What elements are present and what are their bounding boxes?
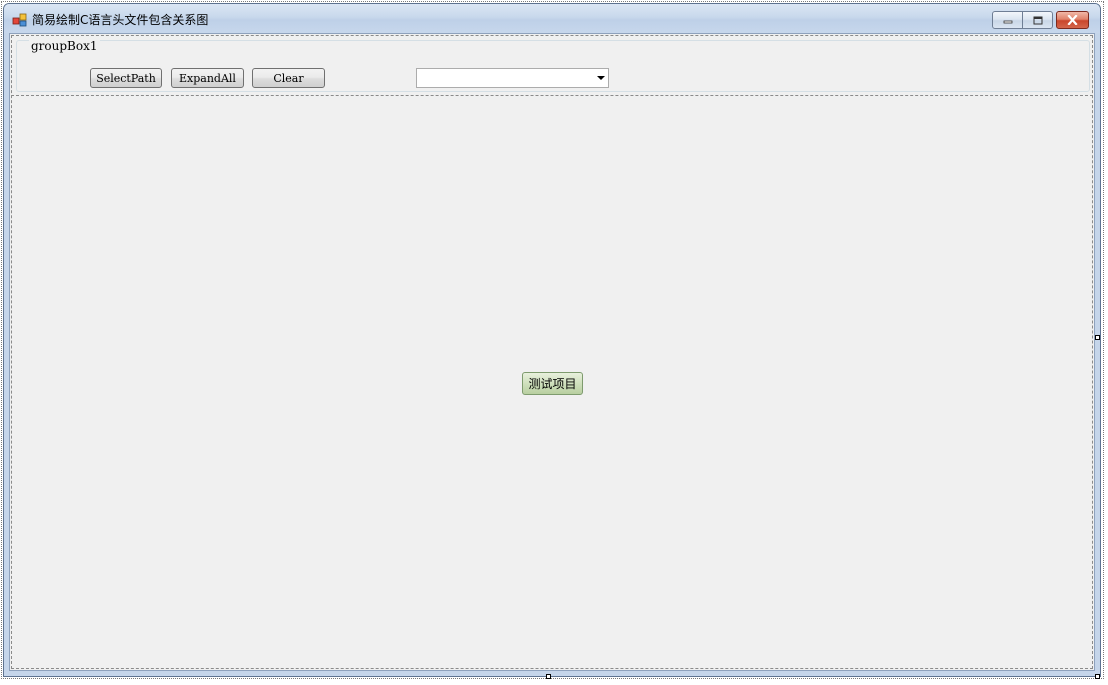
close-icon	[1067, 15, 1078, 25]
minimize-icon	[1003, 20, 1012, 24]
groupbox-label: groupBox1	[29, 39, 100, 53]
app-icon	[12, 13, 27, 27]
resize-handle-bottom[interactable]	[546, 674, 551, 679]
title-bar[interactable]: 简易绘制C语言头文件包含关系图	[4, 4, 1100, 33]
designer-separator	[11, 95, 1093, 96]
expand-all-button[interactable]: ExpandAll	[171, 68, 244, 88]
resize-handle-corner[interactable]	[1095, 674, 1100, 679]
app-window: 简易绘制C语言头文件包含关系图 groupBox1 SelectPath Exp…	[3, 3, 1101, 677]
form-client-area: groupBox1 SelectPath ExpandAll Clear 测试项…	[9, 33, 1095, 671]
minimize-button[interactable]	[992, 11, 1023, 29]
resize-handle-right[interactable]	[1095, 335, 1100, 340]
clear-button[interactable]: Clear	[252, 68, 325, 88]
maximize-button[interactable]	[1022, 11, 1053, 29]
window-title: 简易绘制C语言头文件包含关系图	[32, 13, 209, 27]
close-button[interactable]	[1056, 11, 1089, 29]
path-combobox[interactable]	[416, 68, 609, 88]
test-project-button[interactable]: 测试项目	[522, 372, 583, 395]
groupbox: groupBox1 SelectPath ExpandAll Clear	[16, 40, 1090, 92]
designer-panel-frame	[11, 35, 1093, 669]
select-path-button[interactable]: SelectPath	[90, 68, 162, 88]
maximize-icon	[1033, 16, 1042, 24]
chevron-down-icon[interactable]	[597, 76, 605, 80]
